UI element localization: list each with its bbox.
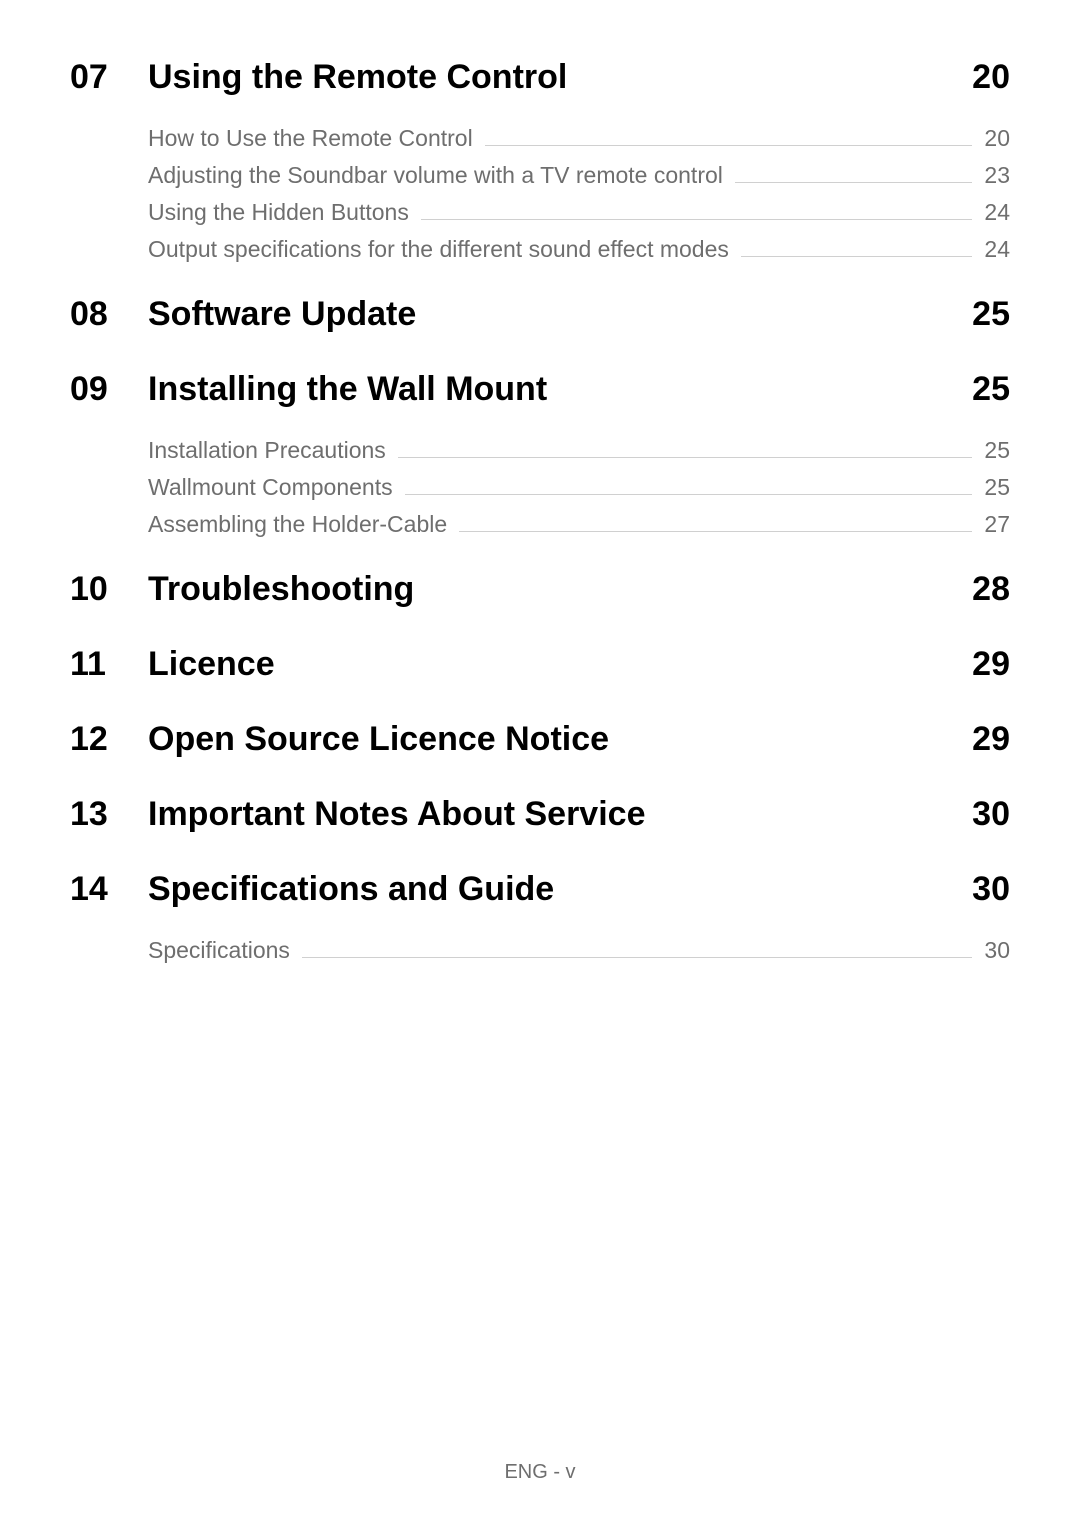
toc-section-number: 14	[70, 870, 148, 909]
toc-section-page: 29	[972, 720, 1010, 759]
toc-leader-line	[421, 219, 972, 220]
toc-section-page: 30	[972, 870, 1010, 909]
toc-section-title: Specifications and Guide	[148, 870, 972, 909]
toc-heading[interactable]: 09Installing the Wall Mount25	[70, 370, 1010, 409]
toc-subitem-page: 24	[980, 236, 1010, 263]
toc-section: 11Licence29	[70, 645, 1010, 684]
toc-subitem-title: Assembling the Holder-Cable	[148, 511, 447, 538]
toc-heading[interactable]: 10Troubleshooting28	[70, 570, 1010, 609]
toc-leader-line	[485, 145, 972, 146]
toc-subitem-title: How to Use the Remote Control	[148, 125, 473, 152]
toc-subitem[interactable]: How to Use the Remote Control 20	[148, 125, 1010, 152]
toc-section-page: 29	[972, 645, 1010, 684]
toc-subitem[interactable]: Adjusting the Soundbar volume with a TV …	[148, 162, 1010, 189]
toc-heading[interactable]: 14Specifications and Guide30	[70, 870, 1010, 909]
toc-leader-line	[398, 457, 972, 458]
toc-section-page: 25	[972, 370, 1010, 409]
toc-section-number: 12	[70, 720, 148, 759]
toc-leader-line	[735, 182, 972, 183]
toc-subitem-title: Output specifications for the different …	[148, 236, 729, 263]
toc-section: 14Specifications and Guide30Specificatio…	[70, 870, 1010, 964]
toc-subitem-title: Using the Hidden Buttons	[148, 199, 409, 226]
table-of-contents: 07Using the Remote Control20How to Use t…	[70, 58, 1010, 964]
page-footer: ENG - v	[0, 1461, 1080, 1484]
toc-section-title: Installing the Wall Mount	[148, 370, 972, 409]
toc-subitem[interactable]: Wallmount Components 25	[148, 474, 1010, 501]
toc-section-number: 09	[70, 370, 148, 409]
toc-subitem-page: 25	[980, 437, 1010, 464]
toc-subitem[interactable]: Installation Precautions 25	[148, 437, 1010, 464]
toc-section: 09Installing the Wall Mount25Installatio…	[70, 370, 1010, 538]
toc-section-page: 30	[972, 795, 1010, 834]
toc-subitems: How to Use the Remote Control 20 Adjusting…	[70, 125, 1010, 263]
toc-section-number: 07	[70, 58, 148, 97]
toc-subitem-page: 24	[980, 199, 1010, 226]
toc-subitem-title: Wallmount Components	[148, 474, 393, 501]
toc-subitems: Specifications 30	[70, 937, 1010, 964]
toc-section: 13Important Notes About Service30	[70, 795, 1010, 834]
toc-section-title: Licence	[148, 645, 972, 684]
toc-heading[interactable]: 12Open Source Licence Notice29	[70, 720, 1010, 759]
toc-subitem-title: Specifications	[148, 937, 290, 964]
toc-section-title: Open Source Licence Notice	[148, 720, 972, 759]
toc-subitem-page: 20	[980, 125, 1010, 152]
toc-section-number: 08	[70, 295, 148, 334]
toc-section: 10Troubleshooting28	[70, 570, 1010, 609]
toc-section-number: 10	[70, 570, 148, 609]
toc-leader-line	[741, 256, 972, 257]
toc-leader-line	[405, 494, 972, 495]
toc-subitem-page: 25	[980, 474, 1010, 501]
toc-section-page: 28	[972, 570, 1010, 609]
toc-heading[interactable]: 11Licence29	[70, 645, 1010, 684]
toc-section-number: 13	[70, 795, 148, 834]
toc-subitem-page: 30	[980, 937, 1010, 964]
toc-subitem[interactable]: Using the Hidden Buttons 24	[148, 199, 1010, 226]
toc-section-page: 20	[972, 58, 1010, 97]
toc-section-title: Troubleshooting	[148, 570, 972, 609]
toc-section: 08Software Update25	[70, 295, 1010, 334]
toc-section-page: 25	[972, 295, 1010, 334]
toc-section-title: Using the Remote Control	[148, 58, 972, 97]
toc-leader-line	[302, 957, 972, 958]
toc-leader-line	[459, 531, 972, 532]
toc-subitem-page: 27	[980, 511, 1010, 538]
toc-subitem-title: Installation Precautions	[148, 437, 386, 464]
toc-subitem[interactable]: Assembling the Holder-Cable 27	[148, 511, 1010, 538]
toc-section: 07Using the Remote Control20How to Use t…	[70, 58, 1010, 263]
toc-section-title: Important Notes About Service	[148, 795, 972, 834]
toc-section-title: Software Update	[148, 295, 972, 334]
toc-section: 12Open Source Licence Notice29	[70, 720, 1010, 759]
toc-subitem-page: 23	[980, 162, 1010, 189]
toc-subitem[interactable]: Specifications 30	[148, 937, 1010, 964]
toc-subitem[interactable]: Output specifications for the different …	[148, 236, 1010, 263]
toc-subitems: Installation Precautions25Wallmount Comp…	[70, 437, 1010, 538]
toc-heading[interactable]: 13Important Notes About Service30	[70, 795, 1010, 834]
toc-heading[interactable]: 08Software Update25	[70, 295, 1010, 334]
toc-subitem-title: Adjusting the Soundbar volume with a TV …	[148, 162, 723, 189]
toc-section-number: 11	[70, 645, 148, 684]
toc-heading[interactable]: 07Using the Remote Control20	[70, 58, 1010, 97]
